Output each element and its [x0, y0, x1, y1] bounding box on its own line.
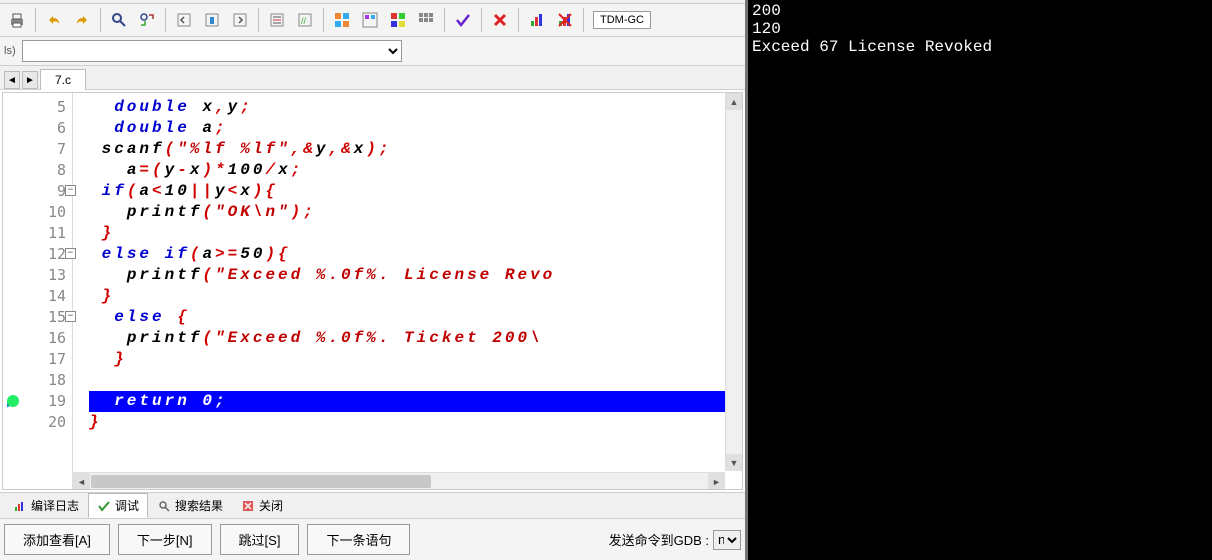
ide-panel: // TDM-GC ls) ◄ ► 7.c 5 6 7 8 9−	[0, 0, 748, 560]
svg-text://: //	[301, 16, 307, 26]
tab-next-icon[interactable]: ►	[22, 71, 38, 89]
scroll-left-icon[interactable]: ◄	[73, 473, 90, 490]
bottom-tabs: 编译日志 调试 搜索结果 关闭	[0, 492, 745, 518]
tab-search-results[interactable]: 搜索结果	[148, 493, 232, 518]
step-over-button[interactable]: 跳过[S]	[220, 524, 300, 555]
compile-icon[interactable]	[329, 7, 355, 33]
redo-icon[interactable]	[69, 7, 95, 33]
gdb-command-select[interactable]: n	[713, 530, 741, 550]
tab-compile-log[interactable]: 编译日志	[4, 493, 88, 518]
code-editor[interactable]: double x,y; double a; scanf("%lf %lf",&y…	[73, 93, 742, 489]
rebuild-icon[interactable]	[413, 7, 439, 33]
horizontal-scrollbar[interactable]: ◄ ►	[73, 472, 725, 489]
compile-run-icon[interactable]	[385, 7, 411, 33]
debug-check-icon[interactable]	[450, 7, 476, 33]
class-label: ls)	[4, 45, 16, 57]
stop-icon[interactable]	[487, 7, 513, 33]
breakpoint-icon[interactable]	[7, 395, 19, 407]
scroll-thumb[interactable]	[91, 475, 431, 488]
member-select[interactable]	[22, 40, 402, 62]
scroll-up-icon[interactable]: ▲	[726, 93, 742, 110]
profile-icon[interactable]	[524, 7, 550, 33]
main-toolbar: // TDM-GC	[0, 4, 745, 37]
gdb-command-box: 发送命令到GDB : n	[609, 530, 741, 550]
bookmark-prev-icon[interactable]	[171, 7, 197, 33]
next-step-button[interactable]: 下一步[N]	[118, 524, 212, 555]
goto-line-icon[interactable]	[264, 7, 290, 33]
replace-icon[interactable]	[134, 7, 160, 33]
gdb-label: 发送命令到GDB :	[609, 530, 709, 549]
editor-area: 5 6 7 8 9− 10 11 12− 13 14 15− 16 17 18 …	[0, 90, 745, 492]
tab-file[interactable]: 7.c	[40, 69, 86, 90]
bookmark-next-icon[interactable]	[227, 7, 253, 33]
comment-icon[interactable]: //	[292, 7, 318, 33]
bookmark-icon[interactable]	[199, 7, 225, 33]
tab-close[interactable]: 关闭	[232, 493, 292, 518]
tab-debug[interactable]: 调试	[88, 493, 148, 518]
find-icon[interactable]	[106, 7, 132, 33]
line-gutter[interactable]: 5 6 7 8 9− 10 11 12− 13 14 15− 16 17 18 …	[3, 93, 73, 489]
delete-profile-icon[interactable]	[552, 7, 578, 33]
class-selector-bar: ls)	[0, 37, 745, 66]
run-icon[interactable]	[357, 7, 383, 33]
print-icon[interactable]	[4, 7, 30, 33]
tab-prev-icon[interactable]: ◄	[4, 71, 20, 89]
debug-toolbar: 添加查看[A] 下一步[N] 跳过[S] 下一条语句 发送命令到GDB : n	[0, 518, 745, 560]
scroll-right-icon[interactable]: ►	[708, 473, 725, 490]
compiler-select[interactable]: TDM-GC	[593, 11, 651, 29]
next-statement-button[interactable]: 下一条语句	[307, 524, 410, 555]
editor-tabbar: ◄ ► 7.c	[0, 66, 745, 90]
vertical-scrollbar[interactable]: ▲ ▼	[725, 93, 742, 471]
scroll-down-icon[interactable]: ▼	[726, 454, 742, 471]
console-output: 200 120 Exceed 67 License Revoked	[748, 0, 1212, 560]
undo-icon[interactable]	[41, 7, 67, 33]
add-watch-button[interactable]: 添加查看[A]	[4, 524, 110, 555]
